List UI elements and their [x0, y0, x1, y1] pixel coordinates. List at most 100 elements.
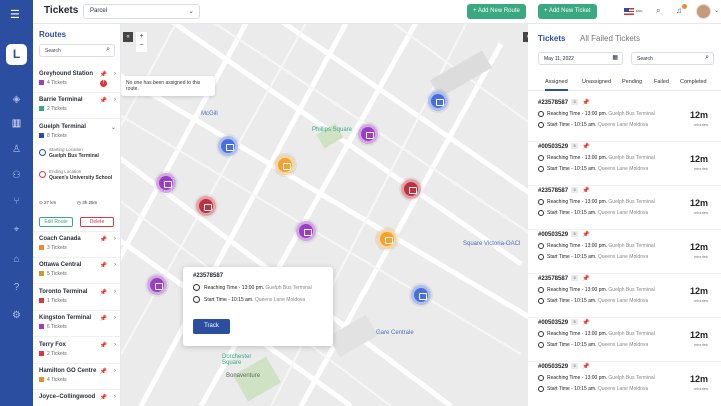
pin-icon[interactable]: 📌 — [582, 276, 589, 282]
map-ticket-marker[interactable] — [196, 196, 216, 216]
chevron-right-icon[interactable]: › — [114, 342, 116, 348]
chevron-down-icon[interactable]: ⌄ — [714, 7, 719, 14]
route-item[interactable]: Ottawa Central 5 Tickets 📌 › — [39, 262, 119, 277]
ticket-count: 3 — [571, 275, 579, 281]
bell-icon[interactable]: ♫ — [676, 6, 682, 15]
chevron-right-icon[interactable]: › — [114, 97, 116, 103]
ticket-card[interactable]: #00503529 3 📌 Reaching Time - 13:00 pm. Gu… — [538, 363, 718, 392]
route-item[interactable]: Barrie Terminal 2 Tickets 📌 › — [39, 97, 119, 112]
user-icon[interactable]: ♙ — [9, 142, 24, 157]
failed-tickets-title[interactable]: All Failed Tickets — [580, 34, 640, 43]
chevron-right-icon[interactable]: › — [114, 262, 116, 268]
cube-icon[interactable]: ◈ — [9, 92, 24, 107]
route-item[interactable]: Hamilton GO Centre 4 Tickets 📌 › — [39, 368, 119, 383]
chevron-down-icon[interactable]: ⌄ — [111, 124, 116, 131]
avatar[interactable] — [696, 4, 711, 19]
location-icon[interactable]: ⌖ — [9, 222, 24, 237]
tag-icon[interactable]: ⌂ — [9, 252, 24, 267]
route-color — [39, 106, 44, 111]
route-item[interactable]: Coach Canada 3 Tickets 📌 › — [39, 236, 119, 251]
ticket-card[interactable]: #00503529 3 📌 Reaching Time - 13:00 pm. Gu… — [528, 231, 721, 274]
route-name: Guelph Terminal — [39, 124, 86, 130]
zoom-in-button[interactable]: + — [136, 32, 147, 41]
map-ticket-marker[interactable] — [428, 91, 448, 111]
pin-icon[interactable]: 📌 — [100, 394, 107, 401]
route-item[interactable]: Terry Fox 2 Tickets 📌 › — [39, 342, 119, 357]
chevron-right-icon[interactable]: › — [114, 315, 116, 321]
tab-completed[interactable]: Completed — [680, 79, 707, 85]
branch-icon[interactable]: ⑂ — [9, 194, 24, 209]
map[interactable]: +− « » No one has been assigned to this … — [121, 24, 528, 406]
tickets-search-input[interactable]: Search ⌕ — [631, 52, 714, 65]
pin-icon[interactable]: 📌 — [100, 71, 107, 78]
map-ticket-marker[interactable] — [358, 124, 378, 144]
category-select[interactable]: Parcel ⌄ — [83, 4, 200, 19]
pin-icon[interactable]: 📌 — [582, 100, 589, 106]
map-label: Dorchester Square — [222, 354, 252, 366]
ticket-id: #23578587 — [538, 100, 569, 106]
pin-icon[interactable]: 📌 — [100, 368, 107, 375]
add-ticket-button[interactable]: + Add New Ticket — [538, 4, 597, 19]
map-ticket-marker[interactable] — [218, 136, 238, 156]
search-icon[interactable]: ⌕ — [656, 6, 660, 16]
pin-outline-icon[interactable]: 📌 — [582, 320, 589, 326]
map-ticket-marker[interactable] — [377, 229, 397, 249]
chevron-right-icon[interactable]: › — [114, 71, 116, 77]
pin-outline-icon[interactable]: 📌 — [582, 188, 589, 194]
edit-route-button[interactable]: Edit Route — [39, 217, 73, 227]
language-label[interactable]: ENG — [636, 9, 643, 13]
map-ticket-marker[interactable] — [275, 155, 295, 175]
zoom-out-button[interactable]: − — [136, 41, 147, 50]
map-ticket-marker[interactable] — [411, 285, 431, 305]
chevron-right-icon[interactable]: › — [114, 368, 116, 374]
route-item[interactable]: Greyhound Station 4 Tickets 📌 › ! — [39, 71, 119, 87]
tickets-title[interactable]: Tickets — [538, 34, 565, 43]
delete-route-button[interactable]: Delete — [80, 217, 114, 227]
tab-failed[interactable]: Failed — [654, 79, 669, 85]
pin-outline-icon[interactable]: 📌 — [582, 364, 589, 370]
pin-icon[interactable]: 📌 — [100, 315, 107, 322]
bank-icon[interactable]: ▥ — [9, 116, 24, 131]
map-ticket-marker[interactable] — [156, 173, 176, 193]
pin-icon[interactable]: 📌 — [582, 144, 589, 150]
settings-icon[interactable]: ⚙ — [9, 308, 24, 323]
users-icon[interactable]: ⚇ — [9, 168, 24, 183]
ticket-card[interactable]: #00503529 3 📌 Reaching Time - 13:00 pm. Gu… — [528, 143, 721, 186]
add-route-button[interactable]: + Add New Route — [467, 4, 526, 19]
clock-icon — [193, 284, 200, 291]
track-button[interactable]: Track — [193, 319, 230, 334]
ticket-card[interactable]: #00503529 3 📌 Reaching Time - 13:00 pm. Gu… — [528, 319, 721, 362]
route-item[interactable]: Toronto Terminal 1 Tickets 📌 › — [39, 289, 119, 304]
route-count: 2 Tickets — [47, 351, 67, 357]
help-icon[interactable]: ? — [9, 280, 24, 295]
pin-outline-icon[interactable]: 📌 — [100, 289, 107, 296]
alert-icon[interactable]: ! — [100, 80, 107, 87]
collapse-left-button[interactable]: « — [123, 32, 133, 42]
flag-icon[interactable] — [624, 8, 634, 15]
chevron-right-icon[interactable]: › — [114, 289, 116, 295]
pin-outline-icon[interactable]: 📌 — [100, 262, 107, 269]
ticket-card[interactable]: #23578587 3 📌 Reaching Time - 13:00 pm. Gu… — [528, 99, 721, 142]
pin-icon[interactable]: 📌 — [100, 97, 107, 104]
routes-search-input[interactable]: Search ⌕ — [39, 44, 115, 57]
route-item-expanded[interactable]: Guelph Terminal 8 Tickets ⌄ — [39, 124, 119, 139]
chevron-right-icon[interactable]: › — [114, 236, 116, 242]
ticket-card[interactable]: #23578587 3 📌 Reaching Time - 13:00 pm. Gu… — [528, 187, 721, 230]
tab-pending[interactable]: Pending — [622, 79, 642, 85]
map-ticket-marker[interactable] — [296, 221, 316, 241]
zoom-control[interactable]: + − — [136, 32, 147, 52]
ticket-card[interactable]: #23578587 3 📌 Reaching Time - 13:00 pm. Gu… — [528, 275, 721, 318]
route-item[interactable]: Joyce–Collingwood 📌 › — [39, 394, 119, 401]
menu-icon[interactable]: ☰ — [10, 8, 20, 21]
map-ticket-marker[interactable] — [401, 179, 421, 199]
chevron-right-icon[interactable]: › — [114, 394, 116, 400]
pin-outline-icon[interactable]: 📌 — [100, 342, 107, 349]
ticket-count: 3 — [571, 363, 579, 369]
tab-assigned[interactable]: Assigned — [545, 79, 568, 91]
tab-unassigned[interactable]: Unassigned — [582, 79, 611, 85]
date-picker[interactable]: May 11, 2022 ▦ — [538, 52, 623, 65]
route-item[interactable]: Kingston Terminal 6 Tickets 📌 › — [39, 315, 119, 330]
pin-outline-icon[interactable]: 📌 — [582, 232, 589, 238]
map-ticket-marker[interactable] — [147, 275, 167, 295]
pin-icon[interactable]: 📌 — [100, 236, 107, 243]
